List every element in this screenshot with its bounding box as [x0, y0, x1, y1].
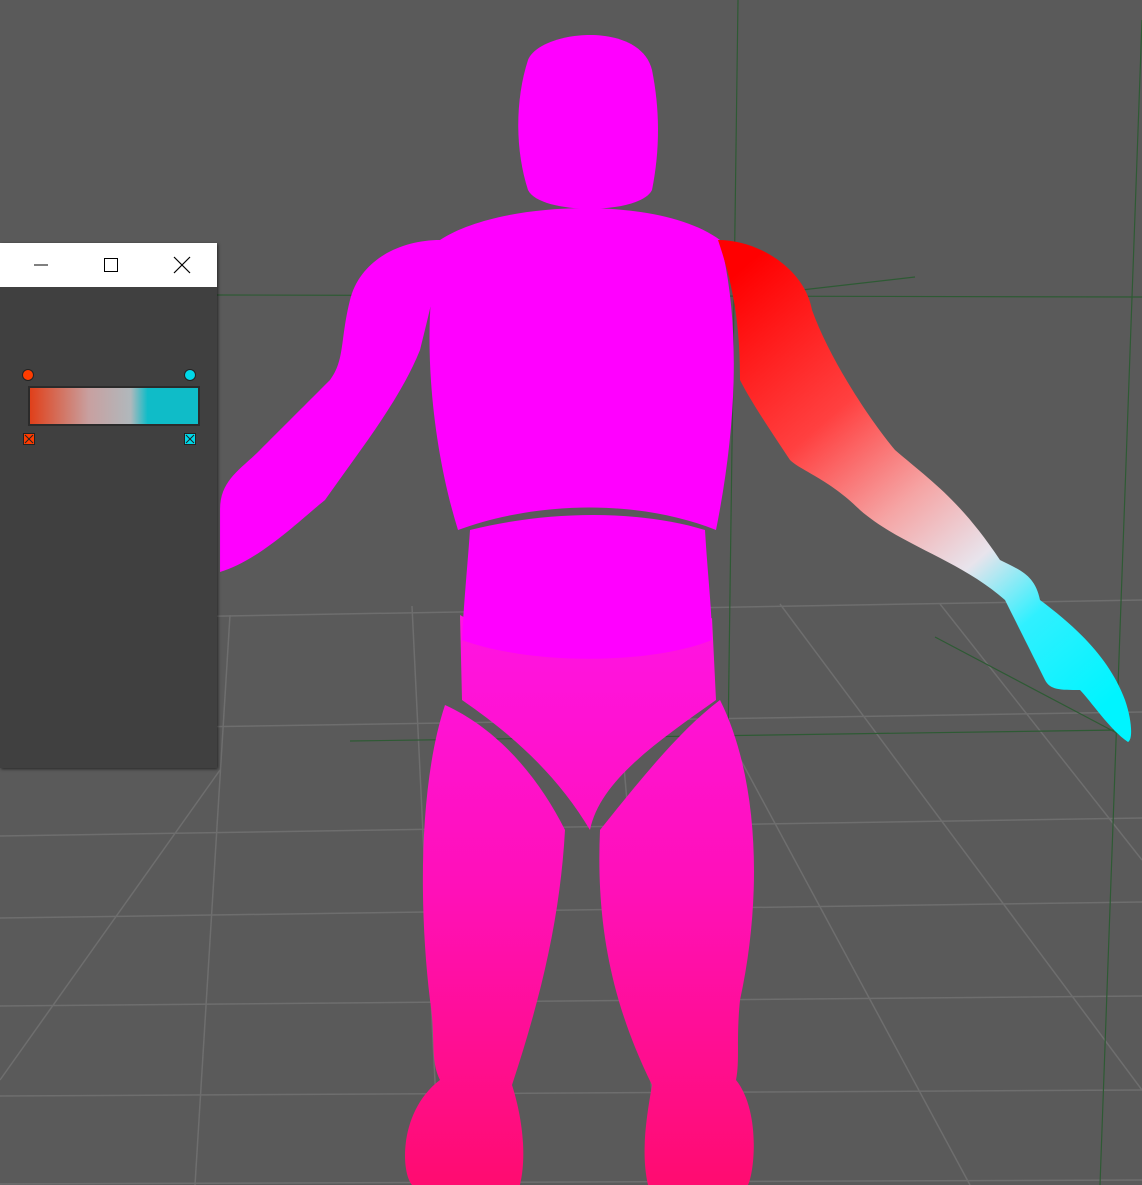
- delete-stop-icon[interactable]: [184, 433, 196, 445]
- close-button[interactable]: [147, 243, 217, 287]
- character-right-arm: [718, 240, 1132, 742]
- character-body: [220, 35, 734, 659]
- maximize-icon: [104, 258, 118, 272]
- stop-handle-icon[interactable]: [184, 369, 196, 381]
- character-legs: [405, 615, 754, 1185]
- close-icon: [173, 256, 191, 274]
- window-titlebar[interactable]: [0, 243, 217, 287]
- maximize-button[interactable]: [76, 243, 146, 287]
- minimize-icon: [34, 264, 48, 266]
- stop-handle-icon[interactable]: [22, 369, 34, 381]
- gradient-preview-bar[interactable]: [28, 386, 200, 426]
- gradient-editor-window: [0, 243, 217, 768]
- minimize-button[interactable]: [6, 243, 76, 287]
- delete-stop-icon[interactable]: [23, 433, 35, 445]
